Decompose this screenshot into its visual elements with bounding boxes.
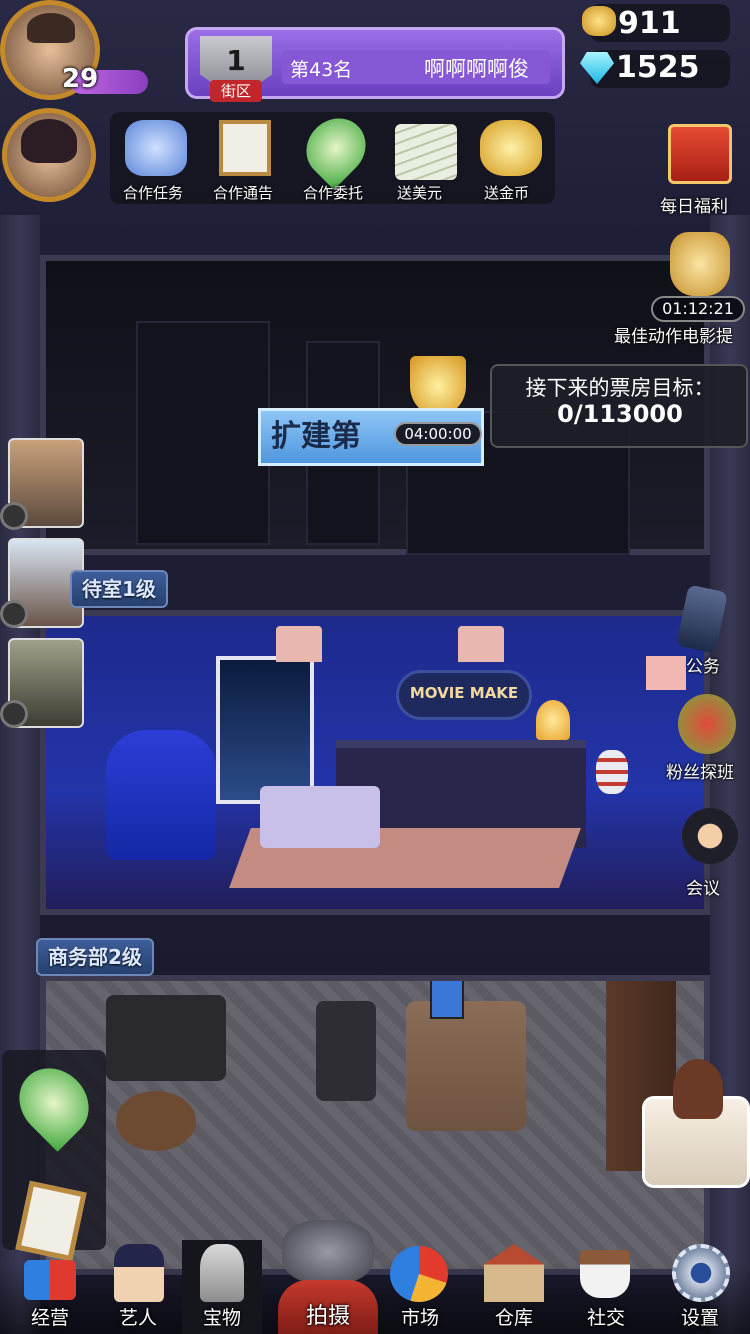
coop-commission-label: 合作委托 (303, 184, 364, 202)
desk-lamp (536, 700, 570, 740)
coffee-table (260, 786, 380, 848)
award-event-label[interactable]: 最佳动作电影提 (614, 322, 733, 347)
gold-value: 911 (618, 6, 681, 41)
black-sofa (106, 995, 226, 1081)
award-trophy-icon[interactable] (670, 232, 730, 296)
phone-icon (675, 584, 729, 654)
avatar-hair (21, 119, 77, 163)
phone-label: 公务 (686, 657, 720, 677)
nav-artists[interactable]: 艺人 (98, 1240, 178, 1334)
coop-notice-label: 合作通告 (213, 184, 274, 202)
business-room-label[interactable]: 商务部2级 (36, 938, 154, 976)
nav-social[interactable]: 社交 (566, 1240, 646, 1334)
vase (596, 750, 628, 794)
rank-text: 第43名 (290, 59, 353, 81)
treasure-icon (200, 1244, 244, 1302)
construction-countdown: 04:00:00 (394, 422, 482, 446)
send-dollars-label: 送美元 (397, 184, 443, 202)
business-office-room[interactable] (40, 975, 710, 1275)
nav-settings-label: 设置 (680, 1307, 719, 1329)
nav-social-label: 社交 (586, 1307, 625, 1329)
meeting-people-icon (682, 808, 738, 864)
nav-shoot[interactable]: 拍摄 (268, 1220, 388, 1334)
handshake-icon (125, 120, 187, 176)
send-gold-label: 送金币 (484, 184, 530, 202)
gear-icon (672, 1244, 730, 1302)
warehouse-icon (484, 1244, 544, 1302)
meeting-label: 会议 (686, 879, 720, 899)
nav-treasure[interactable]: 宝物 (182, 1240, 262, 1334)
diamond-value: 1525 (616, 50, 700, 85)
secretary-portrait[interactable] (642, 1059, 750, 1188)
district-label: 街区 (210, 80, 262, 102)
film-reel-icon (0, 502, 28, 530)
fan-visit-label: 粉丝探班 (666, 763, 734, 783)
city-window (216, 656, 314, 804)
reception-room-label[interactable]: 待室1级 (70, 570, 168, 608)
expand-floor-label: 扩建第 (271, 419, 361, 454)
flower-bouquet-icon (678, 694, 736, 754)
fan-visit-button[interactable]: 粉丝探班 (666, 694, 750, 784)
office-desk (406, 1001, 526, 1131)
film-reel-icon (0, 700, 28, 728)
event-timer: 01:12:21 (651, 296, 745, 322)
secretary-hair (673, 1059, 723, 1119)
notice-clipboard-icon (219, 120, 271, 176)
dark-window (136, 321, 270, 545)
ceiling-lamp (276, 626, 322, 662)
phone-button[interactable]: 公务 (672, 584, 744, 677)
gold-coin-icon (480, 120, 542, 176)
ceiling-lamp (458, 626, 504, 662)
coop-task-label: 合作任务 (123, 184, 184, 202)
round-table (116, 1091, 196, 1151)
box-office-value: 0/113000 (557, 400, 683, 428)
dollar-stack-icon (395, 124, 457, 180)
agent-hat-icon (114, 1244, 164, 1302)
meeting-button[interactable]: 会议 (676, 808, 746, 899)
daily-welfare-button[interactable]: 每日福利 (660, 120, 740, 220)
avatar-hair (27, 13, 75, 43)
computer-monitor (430, 981, 464, 1019)
nav-shoot-label: 拍摄 (305, 1304, 350, 1329)
nav-treasure-label: 宝物 (202, 1307, 241, 1329)
district-rank-number: 1 (226, 44, 246, 77)
reception-room[interactable]: MOVIE MAKE (40, 610, 710, 915)
daily-welfare-label: 每日福利 (660, 197, 728, 217)
nav-market-label: 市场 (400, 1307, 439, 1329)
nav-warehouse[interactable]: 仓库 (474, 1240, 554, 1334)
3d-glasses-icon (24, 1260, 76, 1300)
coffee-cup-icon (580, 1250, 630, 1298)
pie-chart-icon (390, 1246, 448, 1302)
gift-box-icon (668, 124, 732, 184)
box-office-title: 接下来的票房目标： (525, 376, 715, 400)
film-camera-icon (282, 1220, 374, 1284)
partner-avatar[interactable] (2, 108, 96, 202)
office-chair (316, 1001, 376, 1101)
gold-ingot-icon (582, 6, 616, 36)
nav-warehouse-label: 仓库 (494, 1307, 533, 1329)
nav-settings[interactable]: 设置 (660, 1240, 740, 1334)
player-name: 啊啊啊啊俊 (424, 57, 529, 81)
nav-market[interactable]: 市场 (380, 1240, 460, 1334)
film-reel-icon (0, 600, 28, 628)
nav-operate-label: 经营 (30, 1307, 69, 1329)
nav-artists-label: 艺人 (118, 1307, 157, 1329)
blue-armchair (106, 730, 216, 860)
trophy-icon (410, 356, 466, 416)
nav-operate[interactable]: 经营 (10, 1240, 90, 1334)
player-level: 29 (62, 64, 99, 94)
movie-make-sign: MOVIE MAKE (396, 670, 532, 720)
